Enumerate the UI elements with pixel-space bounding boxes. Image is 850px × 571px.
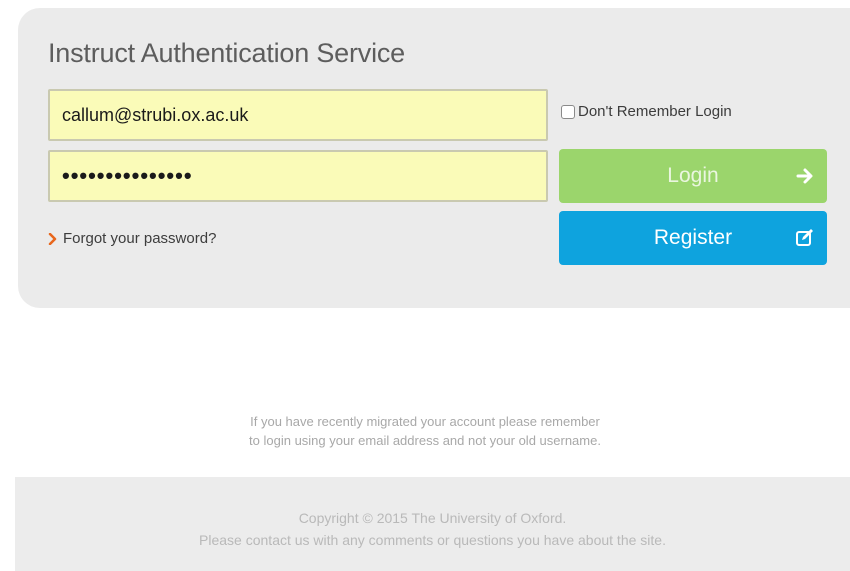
register-button[interactable]: Register [559, 211, 827, 265]
email-field[interactable]: callum@strubi.ox.ac.uk [48, 89, 548, 141]
remember-login-option[interactable]: Don't Remember Login [561, 103, 732, 120]
forgot-password-label: Forgot your password? [63, 230, 217, 247]
copyright-text: Copyright © 2015 The University of Oxfor… [298, 510, 567, 526]
email-value: callum@strubi.ox.ac.uk [62, 104, 249, 125]
migration-notice-line2: to login using your email address and no… [249, 433, 601, 448]
migration-notice-line1: If you have recently migrated your accou… [250, 414, 600, 429]
password-field[interactable]: ••••••••••••••• [48, 150, 548, 202]
login-panel: Instruct Authentication Service callum@s… [18, 8, 850, 308]
contact-text: Please contact us with any comments or q… [199, 532, 666, 548]
password-value: ••••••••••••••• [62, 163, 193, 188]
remember-login-checkbox[interactable] [561, 104, 575, 119]
chevron-right-icon [48, 232, 57, 245]
forgot-password-link[interactable]: Forgot your password? [48, 230, 216, 247]
footer: Copyright © 2015 The University of Oxfor… [15, 477, 850, 571]
login-button[interactable]: Login [559, 149, 827, 203]
edit-icon [796, 229, 813, 246]
page-title: Instruct Authentication Service [48, 38, 405, 68]
remember-login-label: Don't Remember Login [578, 103, 732, 120]
login-button-label: Login [667, 164, 719, 187]
migration-notice: If you have recently migrated your accou… [0, 412, 850, 450]
arrow-right-icon [796, 168, 813, 184]
register-button-label: Register [653, 226, 733, 249]
